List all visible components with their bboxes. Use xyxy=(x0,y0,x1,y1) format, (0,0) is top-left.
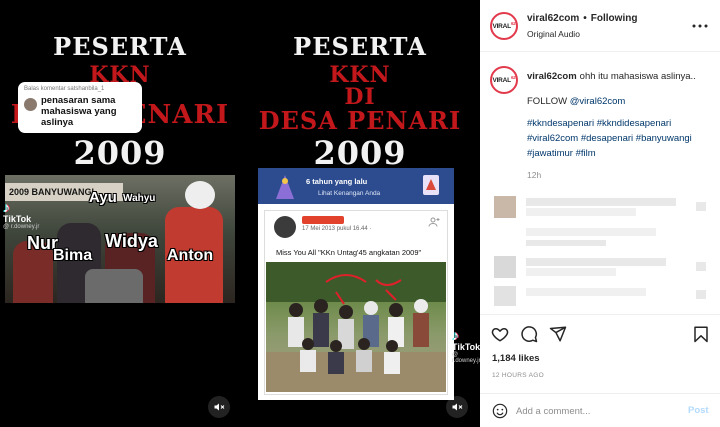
photo-name-label: Anton xyxy=(167,247,214,264)
share-icon[interactable] xyxy=(549,325,567,343)
blurred-comment xyxy=(480,226,720,246)
post-header: VIRAL62 viral62com • Following Original Au… xyxy=(480,0,720,52)
poster-name-redacted xyxy=(302,216,344,224)
tiktok-watermark: ♪ TikTok @ r.downey.jr xyxy=(452,327,480,364)
following-button[interactable]: Following xyxy=(591,13,638,24)
speaker-muted-icon xyxy=(214,403,225,411)
like-heart-icon[interactable] xyxy=(491,325,509,343)
blurred-comment xyxy=(480,286,720,306)
tiktok-reply-bubble: Balas komentar satshanbila_1 penasaran s… xyxy=(18,82,142,133)
memory-badge-icon xyxy=(423,175,439,195)
blurred-comment xyxy=(480,256,720,278)
photo-name-label: Bima xyxy=(53,247,93,264)
more-horizontal-icon xyxy=(692,24,708,28)
comment-bar: Post xyxy=(480,393,720,427)
action-bar: 1,184 likes 12 HOURS AGO Post xyxy=(480,314,720,426)
clip-title-line: DESA PENARI xyxy=(258,106,462,135)
reply-text: penasaran sama mahasiswa yang aslinya xyxy=(41,95,117,128)
audio-link[interactable]: Original Audio xyxy=(527,29,580,39)
avatar[interactable]: VIRAL62 xyxy=(490,66,518,94)
speaker-muted-icon xyxy=(452,403,463,411)
photo-helmet xyxy=(185,181,215,209)
clip-year: 2009 xyxy=(313,134,407,172)
video-clip-left[interactable]: PESERTA KKN DESA PENARI 2009 Balas komen… xyxy=(0,0,240,427)
kkn-group-photo: 2009 BANYUWANGI Ayu Wahyu Nur Widya Bima… xyxy=(5,175,235,303)
group-photo-illustration xyxy=(266,262,446,392)
caption-text: ohh itu mahasiswa aslinya.. xyxy=(579,71,696,82)
save-bookmark-icon[interactable] xyxy=(692,325,710,343)
memory-illustration-icon xyxy=(276,175,294,199)
tiktok-icon: ♪ xyxy=(3,199,10,215)
emoji-icon[interactable] xyxy=(492,403,508,419)
post-date: 17 Mei 2013 pukul 16.44 · xyxy=(302,226,372,232)
clip-year: 2009 xyxy=(73,134,167,172)
clip-title-line: PESERTA xyxy=(53,32,187,61)
add-friend-icon xyxy=(428,217,440,227)
header-username-row: viral62com • Following xyxy=(527,13,637,24)
hashtag-line[interactable]: #kkndesapenari #kkndidesapenari xyxy=(527,118,671,129)
comment-input[interactable] xyxy=(516,402,676,420)
username-link[interactable]: viral62com xyxy=(527,13,579,24)
avatar[interactable]: VIRAL62 xyxy=(490,12,518,40)
facebook-memory-screenshot: 6 tahun yang lalu Lihat Kenangan Anda 17… xyxy=(258,168,454,400)
memory-header: 6 tahun yang lalu Lihat Kenangan Anda xyxy=(258,168,454,204)
hashtag-line[interactable]: #viral62com #desapenari #banyuwangi xyxy=(527,133,692,144)
separator-dot: • xyxy=(583,13,587,24)
memory-title: 6 tahun yang lalu xyxy=(306,177,368,186)
likes-count[interactable]: 1,184 likes xyxy=(492,353,540,364)
photo-name-label: Wahyu xyxy=(123,193,156,204)
comment-icon[interactable] xyxy=(520,325,538,343)
caption-username[interactable]: viral62com xyxy=(527,71,577,82)
post-media[interactable]: PESERTA KKN DESA PENARI 2009 Balas komen… xyxy=(0,0,480,427)
tiktok-watermark: ♪ TikTok @ r.downey.jr xyxy=(3,199,40,230)
tiktok-icon: ♪ xyxy=(452,327,459,343)
caption-follow-line: FOLLOW @viral62com xyxy=(527,96,626,107)
photo-name-label: Ayu xyxy=(89,189,117,206)
photo-motorbike xyxy=(85,269,143,303)
avatar xyxy=(24,98,37,111)
clip-title-line: PESERTA xyxy=(293,32,427,61)
blurred-comment xyxy=(480,196,720,218)
post-comment-button[interactable]: Post xyxy=(688,405,709,416)
memory-link: Lihat Kenangan Anda xyxy=(318,190,381,197)
post-sidebar: VIRAL62 viral62com • Following Original Au… xyxy=(480,0,720,427)
group-photo xyxy=(266,262,446,392)
mute-button[interactable] xyxy=(208,396,230,418)
caption-timestamp: 12h xyxy=(527,170,542,180)
hashtag-line[interactable]: #jawatimur #film xyxy=(527,148,596,159)
post-age: 12 HOURS AGO xyxy=(492,372,545,379)
avatar xyxy=(274,216,296,238)
reply-header: Balas komentar satshanbila_1 xyxy=(24,86,105,92)
mention-link[interactable]: @viral62com xyxy=(570,96,626,107)
photo-name-label: Widya xyxy=(105,231,158,251)
post-text: Miss You All "KKn Untag'45 angkatan 2009… xyxy=(276,248,422,257)
caption-first-line: viral62com ohh itu mahasiswa aslinya.. xyxy=(527,71,696,82)
more-options-button[interactable] xyxy=(692,16,708,32)
